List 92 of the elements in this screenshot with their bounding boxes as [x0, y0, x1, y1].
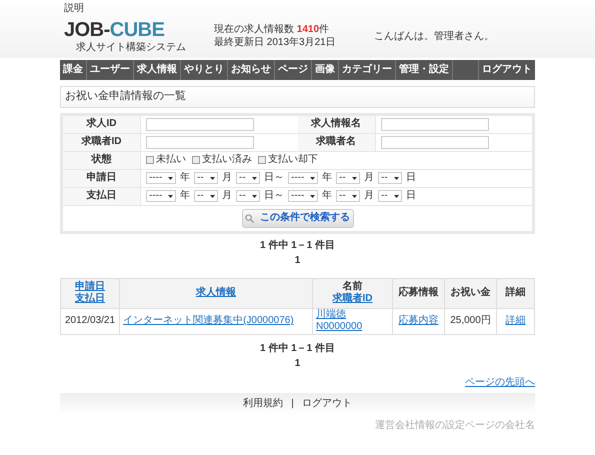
text-input[interactable]	[146, 136, 254, 149]
nav-item[interactable]: 管理・設定	[396, 60, 453, 80]
select-dropdown[interactable]: ----	[288, 172, 318, 184]
last-updated-text: 最終更新日 2013年3月21日	[214, 36, 337, 50]
caret-icon	[352, 194, 357, 198]
date-unit: 日	[406, 190, 416, 202]
back-to-top-link[interactable]: ページの先頭へ	[465, 376, 535, 390]
date-unit: 日～	[264, 172, 284, 184]
nav-item[interactable]: カテゴリー	[339, 60, 396, 80]
result-summary: 1 件中 1－1 件目	[260, 342, 336, 356]
date-unit: 年	[180, 190, 190, 202]
column-header: お祝い金	[450, 287, 490, 298]
caret-icon	[168, 176, 173, 180]
caret-icon	[252, 194, 257, 198]
footer-link[interactable]: 利用規約	[243, 398, 284, 410]
nav-item[interactable]: やりとり	[181, 60, 228, 80]
column-sort-link[interactable]: 求人情報	[196, 287, 236, 298]
column-sort-link[interactable]: 申請日	[75, 280, 106, 292]
text-input[interactable]	[146, 118, 254, 131]
search-icon	[245, 214, 254, 223]
select-dropdown[interactable]: --	[336, 190, 360, 202]
field-label: 求人情報名	[298, 116, 376, 133]
column-header: 名前	[342, 280, 362, 292]
date-unit: 年	[322, 172, 332, 184]
separator-text: |	[291, 398, 294, 410]
page-number: 1	[294, 255, 300, 268]
select-dropdown[interactable]: --	[378, 172, 402, 184]
column-header: 詳細	[506, 287, 526, 298]
caret-icon	[394, 176, 399, 180]
search-button[interactable]: この条件で検索する	[242, 208, 354, 228]
logo-title: JOB-CUBE	[64, 20, 166, 40]
page-title: お祝い金申請情報の一覧	[60, 86, 535, 108]
nav-item[interactable]: ユーザー	[87, 60, 134, 80]
caret-icon	[252, 176, 257, 180]
name-link[interactable]: 川端徳	[316, 308, 346, 322]
date-unit: 年	[180, 172, 190, 184]
caret-icon	[310, 176, 315, 180]
select-dropdown[interactable]: --	[236, 172, 260, 184]
caret-icon	[352, 176, 357, 180]
field-label: 求職者ID	[63, 134, 141, 151]
job-count-text: 現在の求人情報数 1410件	[214, 24, 330, 36]
checkbox-label: 支払い済み	[202, 154, 252, 166]
select-dropdown[interactable]: ----	[288, 190, 318, 202]
nav-item[interactable]: お知らせ	[228, 60, 275, 80]
select-dropdown[interactable]: --	[194, 172, 218, 184]
column-sort-link[interactable]: 支払日	[75, 293, 106, 304]
company-name: 運営会社情報の設定ページの会社名	[375, 420, 535, 433]
select-dropdown[interactable]: --	[378, 190, 402, 202]
result-summary: 1 件中 1－1 件目	[260, 240, 336, 252]
date-unit: 月	[364, 190, 374, 202]
date-unit: 月	[222, 190, 232, 202]
select-dropdown[interactable]: ----	[146, 190, 176, 202]
table-cell: 25,000円	[450, 315, 491, 326]
select-dropdown[interactable]: --	[194, 190, 218, 202]
checkbox[interactable]	[146, 156, 154, 164]
caret-icon	[168, 194, 173, 198]
field-label: 求職者名	[298, 134, 376, 151]
checkbox[interactable]	[258, 156, 266, 164]
nav-item[interactable]: 画像	[312, 60, 339, 80]
text-input[interactable]	[380, 136, 488, 149]
column-sort-link[interactable]: 求職者ID	[332, 293, 372, 304]
date-unit: 年	[322, 190, 332, 202]
nav-item[interactable]: 求人情報	[134, 60, 181, 80]
caret-icon	[310, 194, 315, 198]
table-cell: 2012/03/21	[65, 315, 116, 326]
date-unit: 月	[222, 172, 232, 184]
column-header: 応募情報	[398, 287, 438, 298]
checkbox[interactable]	[192, 156, 200, 164]
caret-icon	[210, 194, 215, 198]
select-dropdown[interactable]: --	[236, 190, 260, 202]
field-label: 求人ID	[63, 116, 141, 133]
date-unit: 日	[406, 172, 416, 184]
checkbox-label: 支払い却下	[268, 154, 318, 166]
select-dropdown[interactable]: --	[336, 172, 360, 184]
greeting-text: こんばんは。管理者さん。	[374, 30, 494, 43]
seeker-id-link[interactable]: N0000000	[316, 321, 362, 334]
footer-link[interactable]: ログアウト	[302, 398, 352, 410]
text-input[interactable]	[380, 118, 488, 131]
field-label: 支払日	[63, 188, 141, 205]
caret-icon	[210, 176, 215, 180]
caret-icon	[394, 194, 399, 198]
nav-item[interactable]: 課金	[60, 60, 87, 80]
logo-subtitle: 求人サイト構築システム	[75, 42, 187, 54]
page-number: 1	[294, 358, 300, 371]
nav-item[interactable]: ページ	[275, 60, 312, 80]
checkbox-label: 未払い	[156, 154, 186, 166]
nav-item[interactable]: ログアウト	[479, 60, 535, 80]
select-dropdown[interactable]: ----	[146, 172, 176, 184]
field-label: 状態	[63, 152, 141, 169]
date-unit: 月	[364, 172, 374, 184]
date-unit: 日～	[264, 190, 284, 202]
field-label: 申請日	[63, 170, 141, 187]
